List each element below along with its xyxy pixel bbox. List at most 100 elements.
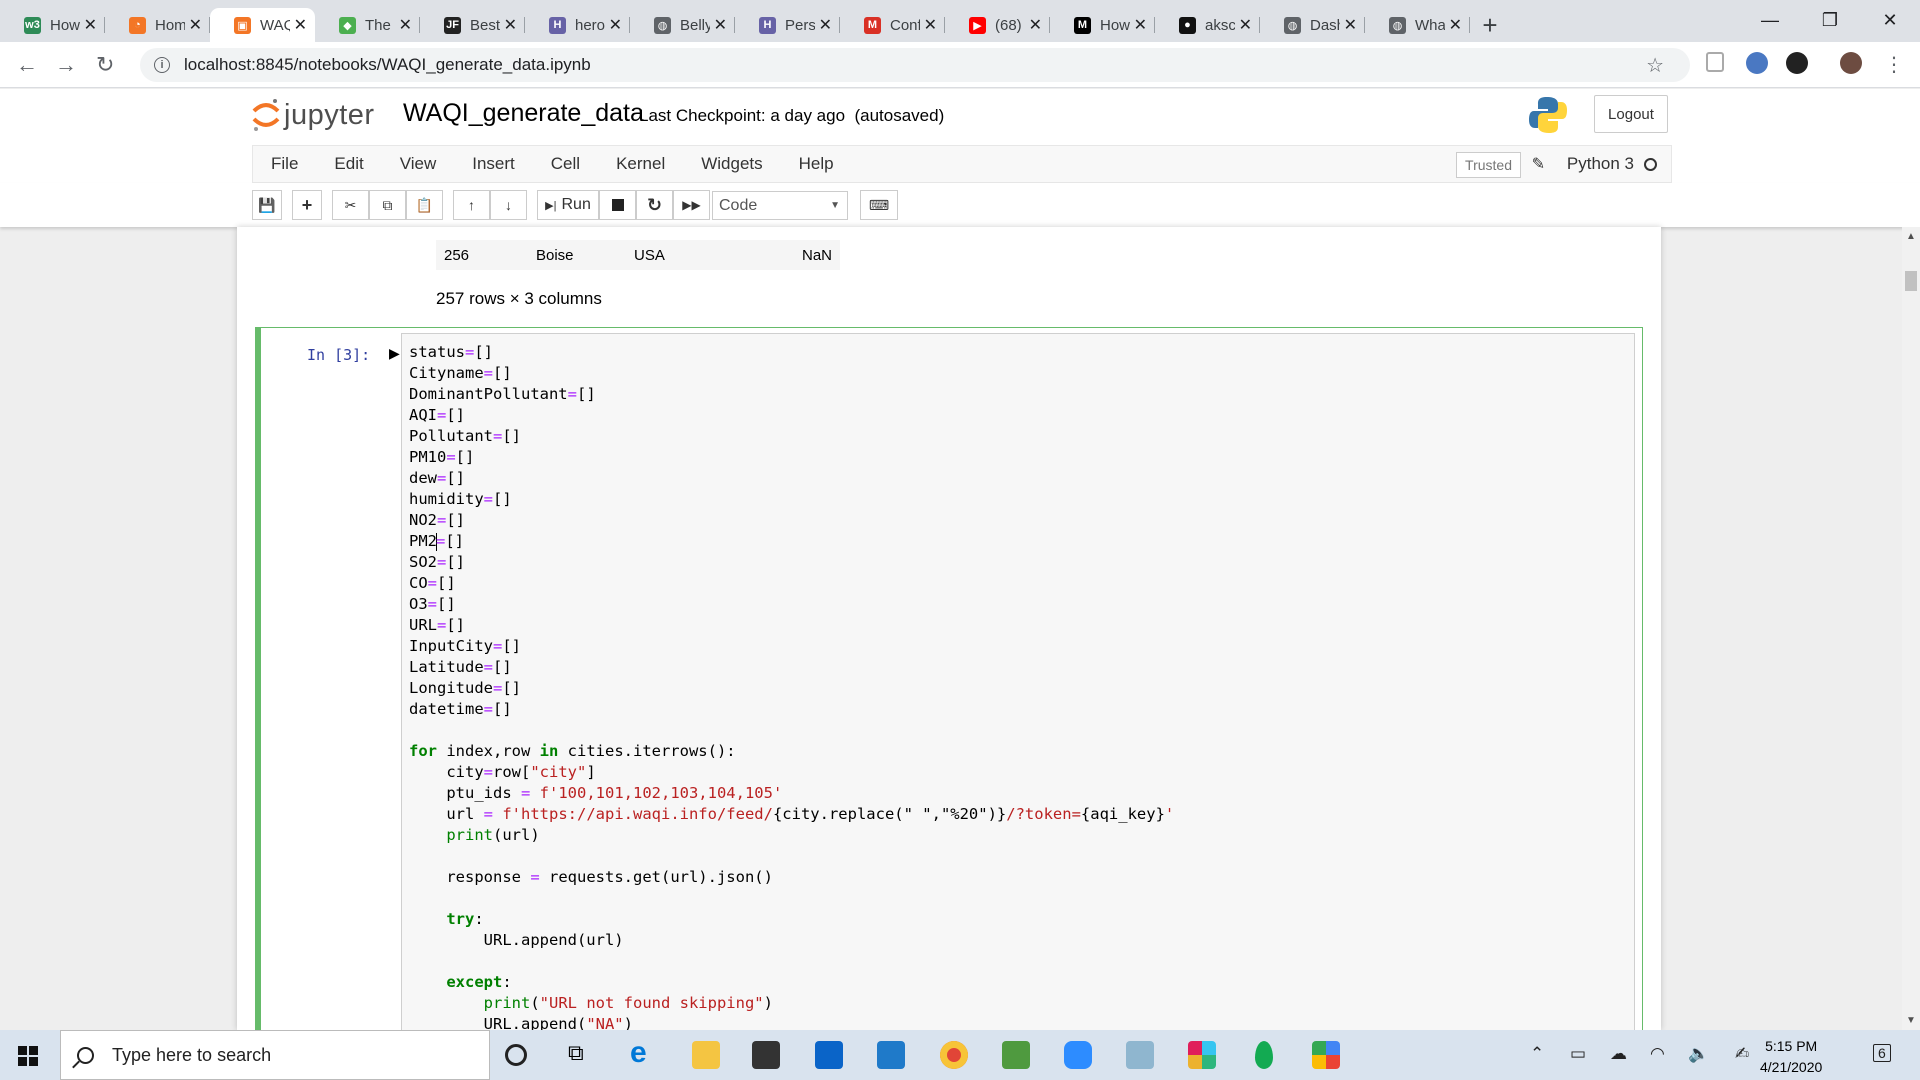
zoom-icon[interactable] [1064,1041,1092,1069]
menu-insert[interactable]: Insert [458,154,533,174]
browser-tab[interactable]: ▶ (68) F✕ [945,8,1050,42]
browser-tab[interactable]: H Perso✕ [735,8,840,42]
browser-tab[interactable]: M How ✕ [1050,8,1155,42]
onedrive-icon[interactable]: ☁ [1610,1044,1627,1064]
taskbar-search-box[interactable]: Type here to search [60,1030,490,1080]
notebook-container: 256 Boise USA NaN 257 rows × 3 columns I… [237,227,1661,1030]
photos-icon[interactable] [1002,1041,1030,1069]
tab-close-icon[interactable]: ✕ [1449,15,1462,35]
move-down-button[interactable]: ↓ [490,190,527,220]
tab-close-icon[interactable]: ✕ [609,15,622,35]
mail-icon[interactable] [815,1041,843,1069]
tab-close-icon[interactable]: ✕ [819,15,832,35]
menu-edit[interactable]: Edit [320,154,381,174]
extension-reader-icon[interactable] [1706,52,1724,72]
cell-type-select[interactable]: Code ▼ [712,191,848,220]
menu-view[interactable]: View [386,154,455,174]
bookmark-star-icon[interactable]: ☆ [1646,53,1664,78]
menu-kernel[interactable]: Kernel [602,154,683,174]
command-palette-button[interactable]: ⌨ [860,190,898,220]
browser-tab[interactable]: JF Best J✕ [420,8,525,42]
tab-close-icon[interactable]: ✕ [84,15,97,35]
cut-button[interactable]: ✂ [332,190,369,220]
restart-run-all-button[interactable]: ▶▶ [673,190,710,220]
vscode-icon[interactable] [877,1041,905,1069]
pen-icon[interactable]: ✍ [1735,1044,1749,1064]
notification-center-icon[interactable]: 6 [1873,1044,1891,1062]
minimize-icon[interactable]: — [1740,0,1800,40]
browser-tab[interactable]: ◆ The T✕ [315,8,420,42]
tray-chevron-icon[interactable]: ⌃ [1530,1044,1544,1064]
browser-tab[interactable]: ◍ Bellyb✕ [630,8,735,42]
interrupt-button[interactable] [599,190,636,220]
page-scrollbar[interactable]: ▲ ▼ [1902,227,1920,1030]
code-cell-selected[interactable]: In [3]: ▶| status=[] Cityname=[] Dominan… [255,327,1643,1030]
trusted-badge[interactable]: Trusted [1456,152,1521,178]
forward-icon[interactable]: → [55,52,77,78]
browser-tab[interactable]: w3 How T✕ [0,8,105,42]
notebook-name[interactable]: WAQI_generate_data [403,99,644,128]
code-editor[interactable]: status=[] Cityname=[] DominantPollutant=… [401,333,1635,1030]
tab-close-icon[interactable]: ✕ [1344,15,1357,35]
browser-tab[interactable]: ◔ Home✕ [105,8,210,42]
jupyter-logo[interactable]: jupyter [252,97,375,133]
run-button[interactable]: ▶| Run [537,190,599,220]
browser-tab[interactable]: Hherok✕ [525,8,630,42]
cortana-icon[interactable] [505,1044,527,1066]
mongodb-icon[interactable] [1255,1041,1273,1069]
tab-close-icon[interactable]: ✕ [1239,15,1252,35]
clock[interactable]: 5:15 PM 4/21/2020 [1760,1036,1822,1078]
scroll-down-icon[interactable]: ▼ [1906,1015,1916,1026]
tab-close-icon[interactable]: ✕ [1029,15,1042,35]
browser-tab[interactable]: ▣ WAQ ✕ [210,8,315,42]
code-text[interactable]: status=[] Cityname=[] DominantPollutant=… [409,342,1174,1030]
menu-widgets[interactable]: Widgets [687,154,780,174]
back-icon[interactable]: ← [16,52,38,78]
logout-button[interactable]: Logout [1594,95,1668,133]
close-window-icon[interactable]: ✕ [1860,0,1920,40]
chrome-icon[interactable] [940,1041,968,1069]
slack-icon[interactable] [1188,1041,1216,1069]
profile-avatar[interactable] [1840,52,1862,74]
wifi-icon[interactable]: ◠ [1650,1044,1665,1064]
store-icon[interactable] [752,1041,780,1069]
insert-cell-button[interactable]: + [292,190,322,220]
tab-close-icon[interactable]: ✕ [1134,15,1147,35]
app-icon[interactable] [1126,1041,1154,1069]
menu-cell[interactable]: Cell [537,154,598,174]
restart-button[interactable]: ↻ [636,190,673,220]
volume-icon[interactable]: 🔈 [1688,1044,1709,1064]
scroll-up-icon[interactable]: ▲ [1906,231,1916,242]
site-info-icon[interactable]: i [154,57,170,73]
edge-icon[interactable]: e [630,1036,658,1069]
copy-button[interactable]: ⧉ [369,190,406,220]
browser-tab[interactable]: M Confi✕ [840,8,945,42]
reload-icon[interactable]: ↻ [96,52,114,78]
tab-close-icon[interactable]: ✕ [714,15,727,35]
windows-start-icon[interactable] [18,1046,38,1066]
extension-dark-icon[interactable] [1786,52,1808,74]
scrollbar-thumb[interactable] [1905,271,1917,291]
app-colorful-icon[interactable] [1312,1041,1340,1069]
move-up-button[interactable]: ↑ [453,190,490,220]
browser-tab[interactable]: ● aksch✕ [1155,8,1260,42]
file-explorer-icon[interactable] [692,1041,720,1069]
address-bar[interactable]: i localhost:8845/notebooks/WAQI_generate… [140,48,1690,82]
task-view-icon[interactable]: ⧉ [568,1040,596,1068]
tab-close-icon[interactable]: ✕ [924,15,937,35]
battery-icon[interactable]: ▭ [1570,1044,1586,1064]
tab-close-icon[interactable]: ✕ [399,15,412,35]
tab-close-icon[interactable]: ✕ [294,15,307,35]
tab-close-icon[interactable]: ✕ [189,15,202,35]
new-tab-button[interactable]: + [1470,8,1510,42]
browser-tab[interactable]: ◍ What✕ [1365,8,1470,42]
tab-close-icon[interactable]: ✕ [504,15,517,35]
save-button[interactable]: 💾 [252,190,282,220]
extension-blue-icon[interactable] [1746,52,1768,74]
menu-help[interactable]: Help [785,154,852,174]
browser-tab[interactable]: ◍ Dashl✕ [1260,8,1365,42]
browser-menu-icon[interactable]: ⋮ [1884,52,1904,77]
menu-file[interactable]: File [257,154,316,174]
paste-button[interactable]: 📋 [406,190,443,220]
maximize-icon[interactable]: ❐ [1800,0,1860,40]
